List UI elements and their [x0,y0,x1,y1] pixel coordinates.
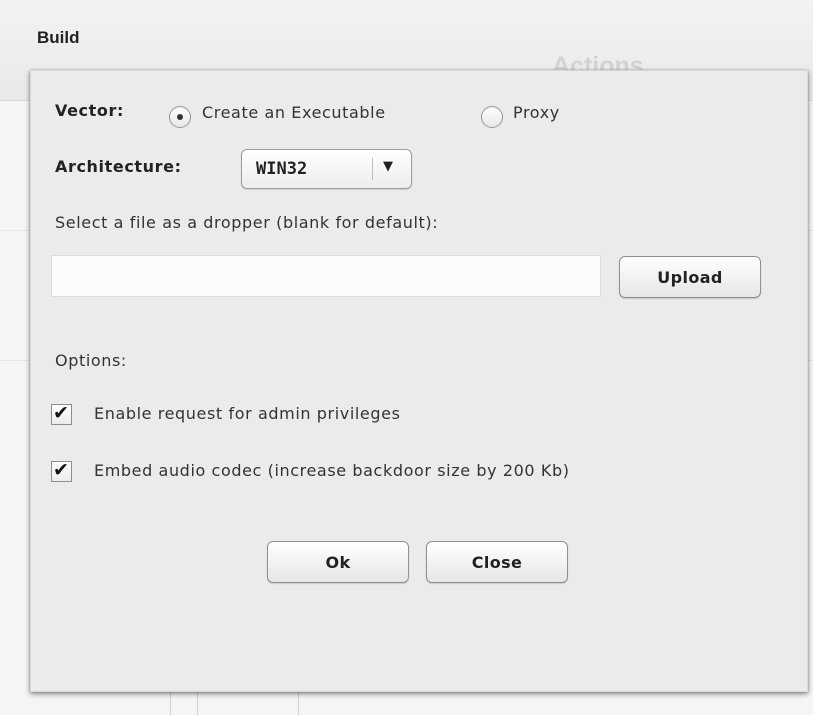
ok-button[interactable]: Ok [267,541,409,583]
architecture-label: Architecture: [55,157,182,176]
radio-create-executable-label[interactable]: Create an Executable [202,103,386,122]
checkbox-admin-privileges-label[interactable]: Enable request for admin privileges [94,404,401,423]
vector-label: Vector: [55,101,124,120]
background-title: Build [37,28,80,47]
checkmark-icon: ✔ [53,459,69,481]
select-separator [372,158,373,180]
architecture-selected-value: WIN32 [256,159,308,179]
checkmark-icon: ✔ [53,402,69,424]
background-column-edge [298,688,299,715]
radio-proxy[interactable] [481,106,503,128]
close-button[interactable]: Close [426,541,568,583]
checkbox-audio-codec-label[interactable]: Embed audio codec (increase backdoor siz… [94,461,570,480]
architecture-select[interactable]: WIN32 ▼ [241,149,412,189]
options-label: Options: [55,351,127,370]
upload-button[interactable]: Upload [619,256,761,298]
radio-proxy-label[interactable]: Proxy [513,103,560,122]
background-column-edge [197,688,198,715]
checkbox-admin-privileges[interactable]: ✔ [51,402,72,425]
dropper-label: Select a file as a dropper (blank for de… [55,213,439,232]
background-column-edge [170,688,171,715]
triangle-down-icon[interactable]: ▼ [383,159,393,174]
dropper-file-input[interactable] [51,255,601,297]
radio-create-executable[interactable] [169,106,191,128]
radio-selected-dot [177,114,183,120]
checkbox-audio-codec[interactable]: ✔ [51,459,72,482]
